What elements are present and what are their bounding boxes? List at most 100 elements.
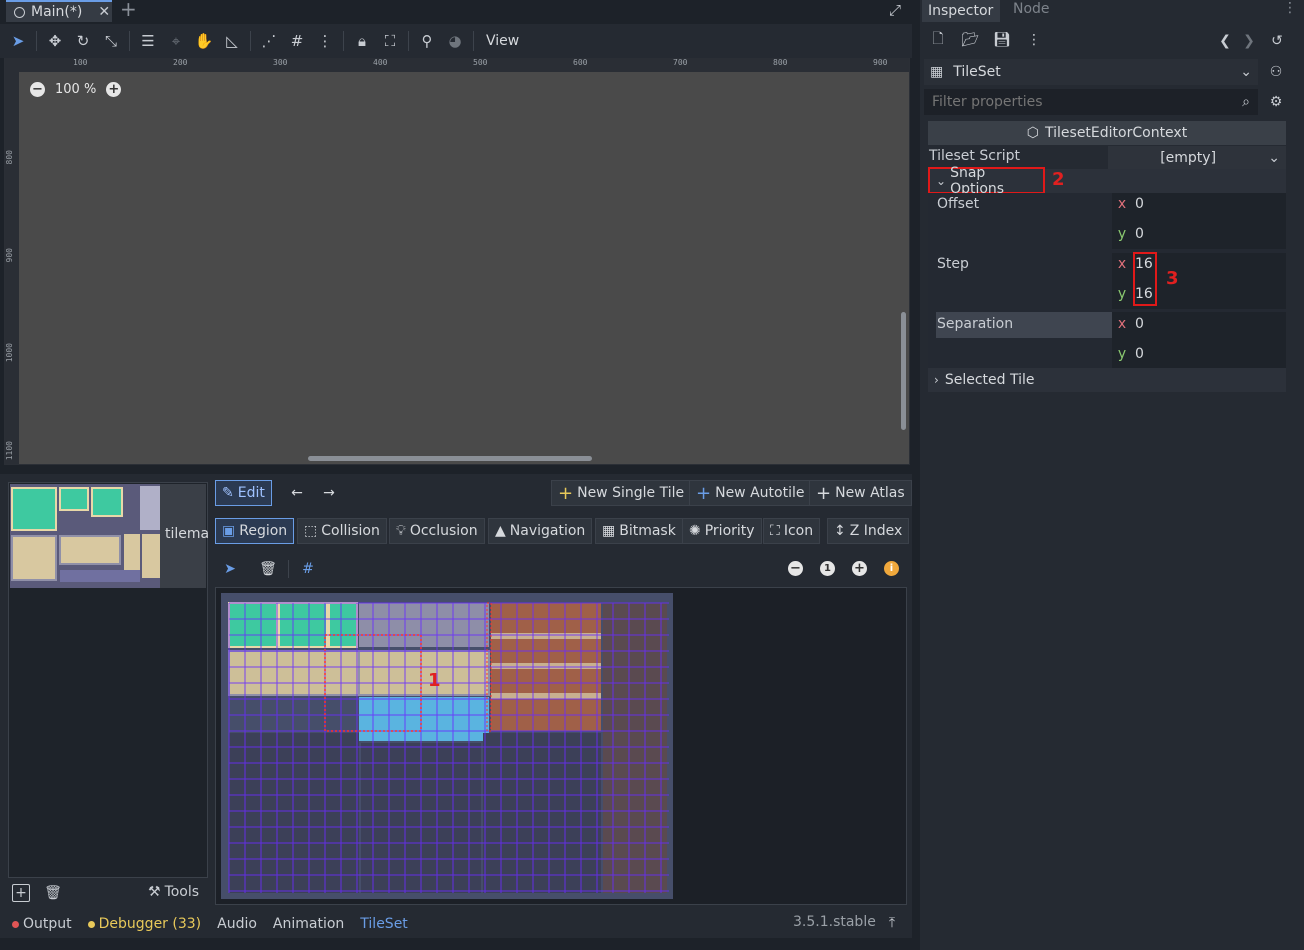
redo-icon[interactable]: → [318, 482, 340, 504]
new-resource-icon[interactable]: 🗋 [928, 30, 948, 50]
canvas-viewport[interactable] [4, 58, 910, 465]
scene-tab-main[interactable]: Main(*) ✕ [6, 0, 112, 22]
snap-options-icon[interactable]: ⋮ [311, 27, 339, 55]
resource-type-label: TileSet [953, 64, 1001, 80]
more-icon[interactable]: ⋮ [1024, 30, 1044, 50]
texture-list-item[interactable]: tilema [10, 484, 209, 588]
list-select-icon[interactable]: ☰ [134, 27, 162, 55]
search-icon: ⌕ [1242, 94, 1250, 110]
mode-bitmask-button[interactable]: ▦ Bitmask [595, 518, 683, 544]
ruler-tick: 1100 [5, 441, 14, 461]
horizontal-scrollbar[interactable] [308, 456, 592, 461]
axis-y-label: y [1117, 346, 1127, 362]
add-tab-icon[interactable]: + [120, 0, 137, 21]
skeleton-icon[interactable]: ⚲ [413, 27, 441, 55]
mode-collision-button[interactable]: ⬚ Collision [297, 518, 387, 544]
pivot-icon[interactable]: ⌖ [162, 27, 190, 55]
smart-snap-icon[interactable]: ⋰ [255, 27, 283, 55]
delete-tile-icon[interactable]: 🗑︎ [258, 559, 278, 579]
new-atlas-button[interactable]: + New Atlas [809, 480, 912, 506]
filter-properties-field[interactable]: ⌕ [924, 89, 1258, 115]
select-tool-icon[interactable]: ➤ [220, 559, 240, 579]
zoom-reset-icon[interactable]: 1 [820, 561, 835, 576]
object-properties-icon[interactable]: ⚇ [1266, 62, 1286, 82]
remove-texture-icon[interactable]: 🗑︎ [44, 884, 62, 902]
snap-options-section[interactable]: ⌄ Snap Options [928, 165, 1045, 197]
zoom-out-icon[interactable]: − [30, 82, 45, 97]
distraction-free-icon[interactable]: ⤢ [889, 1, 901, 19]
debugger-label: Debugger (33) [98, 916, 202, 932]
tileset-script-picker[interactable]: [empty] ⌄ [1108, 146, 1286, 170]
audio-tab[interactable]: Audio [217, 916, 257, 932]
filter-properties-input[interactable] [930, 93, 1224, 111]
save-resource-icon[interactable]: 💾︎ [992, 30, 1012, 50]
info-icon[interactable]: i [884, 561, 899, 576]
tileset-canvas[interactable]: 1 [215, 587, 907, 905]
step-label: Step [937, 256, 969, 272]
toolbar-divider [343, 31, 344, 51]
step-x-input[interactable]: 16 [1135, 256, 1153, 272]
tools-button[interactable]: ⚒ Tools [148, 884, 199, 900]
zoom-in-icon[interactable]: + [106, 82, 122, 97]
zoom-level[interactable]: 100 % [55, 82, 96, 97]
ruler-mode-icon[interactable]: ◺ [218, 27, 246, 55]
camera-override-icon[interactable]: ◕ [441, 27, 469, 55]
new-single-tile-button[interactable]: + New Single Tile [551, 480, 692, 506]
add-texture-icon[interactable]: + [12, 884, 30, 902]
node-tab[interactable]: Node [1013, 1, 1050, 17]
history-icon[interactable]: ↺ [1268, 32, 1286, 50]
grid-snap-icon[interactable]: # [283, 27, 311, 55]
zoom-out-icon[interactable]: − [788, 561, 803, 576]
load-resource-icon[interactable]: 📂︎ [960, 30, 980, 50]
mode-occlusion-button[interactable]: 💡︎ Occlusion [389, 518, 485, 544]
mode-label: Collision [321, 523, 380, 539]
group-icon[interactable]: ⛶ [376, 27, 404, 55]
inspector-tab[interactable]: Inspector [922, 0, 1000, 22]
version-label: 3.5.1.stable [793, 914, 876, 930]
move-mode-icon[interactable]: ✥ [41, 27, 69, 55]
offset-y-input[interactable]: 0 [1135, 226, 1144, 242]
mode-z-index-button[interactable]: ↕ Z Index [827, 518, 910, 544]
separation-x-input[interactable]: 0 [1135, 316, 1144, 332]
scale-mode-icon[interactable]: ⤡ [97, 27, 125, 55]
toolbar-divider [288, 560, 289, 578]
mode-navigation-button[interactable]: ▲ Navigation [488, 518, 593, 544]
toolbar-divider [473, 31, 474, 51]
history-back-icon[interactable]: ❮ [1216, 32, 1234, 50]
scene-tab-title: Main(*) [31, 4, 83, 20]
mode-icon-button[interactable]: ⛶ Icon [763, 518, 821, 544]
tileset-thumbnail [10, 484, 160, 588]
zoom-in-icon[interactable]: + [852, 561, 867, 576]
grid-snap-icon[interactable]: # [298, 559, 318, 579]
step-y-input[interactable]: 16 [1135, 286, 1153, 302]
tileset-icon: ▦ [930, 64, 944, 80]
toolbar-divider [408, 31, 409, 51]
separation-y-input[interactable]: 0 [1135, 346, 1144, 362]
property-settings-icon[interactable]: ⚙ [1266, 92, 1286, 112]
mode-priority-button[interactable]: ✺ Priority [682, 518, 762, 544]
rotate-mode-icon[interactable]: ↻ [69, 27, 97, 55]
lock-icon[interactable]: 🔒︎ [348, 27, 376, 55]
tileset-tab[interactable]: TileSet [360, 916, 408, 932]
animation-tab[interactable]: Animation [273, 916, 344, 932]
debugger-tab[interactable]: Debugger (33) [87, 916, 202, 932]
plus-icon: + [816, 482, 832, 504]
offset-x-input[interactable]: 0 [1135, 196, 1144, 212]
dock-menu-icon[interactable]: ⋮ [1283, 0, 1297, 16]
selected-tile-section[interactable]: › Selected Tile [928, 368, 1286, 392]
viewport-toolbar: ➤ ✥ ↻ ⤡ ☰ ⌖ ✋ ◺ ⋰ # ⋮ 🔒︎ ⛶ ⚲ ◕ View [0, 24, 912, 58]
undo-icon[interactable]: ← [286, 482, 308, 504]
view-menu[interactable]: View [478, 33, 527, 49]
error-dot-icon [12, 920, 19, 928]
expand-panel-icon[interactable]: ⤒ [884, 914, 900, 932]
edit-button[interactable]: ✎ Edit [215, 480, 272, 506]
history-forward-icon[interactable]: ❯ [1240, 32, 1258, 50]
close-icon[interactable]: ✕ [98, 4, 110, 20]
mode-region-button[interactable]: ▣ Region [215, 518, 295, 544]
select-mode-icon[interactable]: ➤ [4, 27, 32, 55]
pan-mode-icon[interactable]: ✋ [190, 27, 218, 55]
resource-selector[interactable]: ▦ TileSet ⌄ [924, 59, 1258, 85]
new-autotile-button[interactable]: + New Autotile [689, 480, 812, 506]
output-tab[interactable]: Output [12, 916, 72, 932]
vertical-scrollbar[interactable] [901, 312, 906, 430]
